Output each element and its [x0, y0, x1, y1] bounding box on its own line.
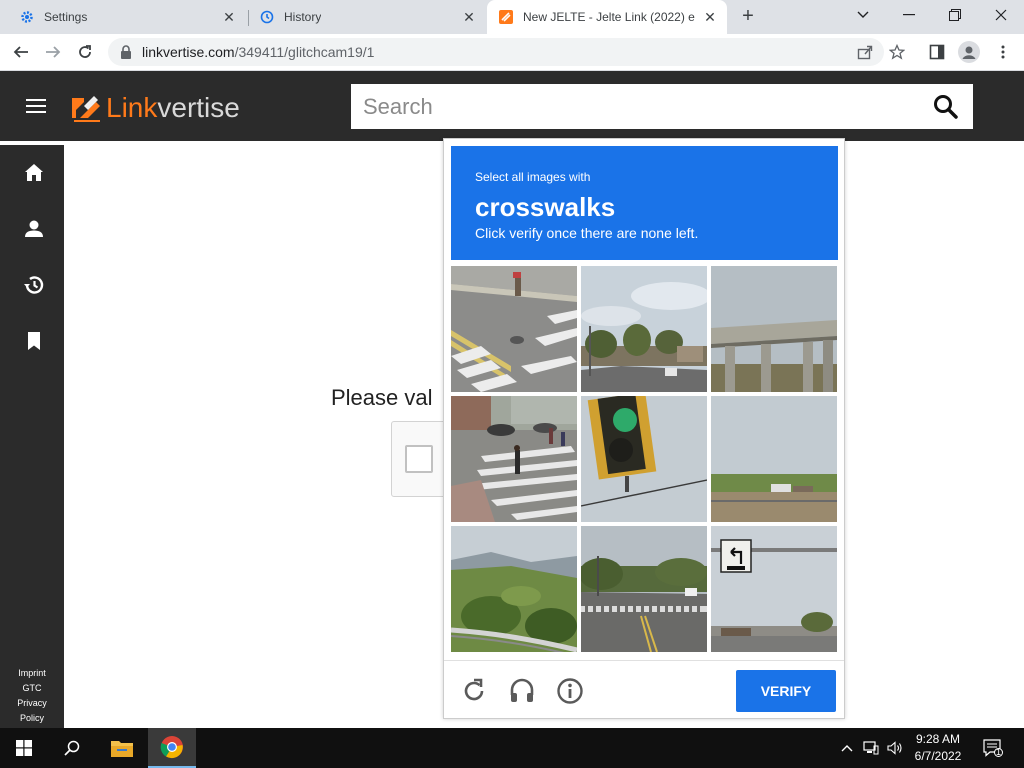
file-explorer-icon[interactable] [98, 728, 146, 768]
reload-challenge-icon[interactable] [460, 677, 488, 705]
restore-button[interactable] [932, 0, 978, 30]
address-bar[interactable]: linkvertise.com/349411/glitchcam19/1 [108, 38, 884, 66]
validate-heading: Please val [331, 385, 433, 410]
notification-count: 1 [996, 747, 1002, 757]
notification-center-icon[interactable]: 1 [978, 728, 1008, 768]
browser-toolbar: linkvertise.com/349411/glitchcam19/1 [0, 34, 1024, 71]
gtc-link[interactable]: GTC [0, 681, 64, 696]
gear-icon [20, 10, 34, 24]
challenge-keyword: crosswalks [475, 192, 616, 222]
verify-button[interactable]: VERIFY [736, 670, 836, 712]
close-tab-icon[interactable]: ✕ [703, 10, 717, 24]
close-tab-icon[interactable]: ✕ [222, 10, 236, 24]
system-clock[interactable]: 9:28 AM 6/7/2022 [906, 731, 970, 765]
challenge-tile-3[interactable] [711, 266, 837, 392]
url-host: linkvertise.com [142, 44, 235, 60]
search-input[interactable] [363, 93, 923, 120]
minimize-button[interactable] [886, 0, 932, 30]
lock-icon [121, 45, 131, 59]
tab-label: New JELTE - Jelte Link (2022) exc [523, 10, 695, 24]
tab-history[interactable]: History ✕ [240, 0, 486, 34]
challenge-tile-7[interactable] [451, 526, 577, 652]
browser-menu-icon[interactable] [990, 39, 1016, 65]
profile-avatar[interactable] [956, 39, 982, 65]
logo-text-vertise: vertise [157, 92, 240, 123]
challenge-header: Select all images with crosswalks Click … [451, 146, 838, 260]
challenge-tile-9[interactable] [711, 526, 837, 652]
browser-tab-strip: Settings ✕ History ✕ New JELTE - Jelte L… [0, 0, 1024, 34]
windows-start-icon[interactable] [0, 728, 48, 768]
chrome-taskbar-icon[interactable] [148, 728, 196, 768]
clock-time: 9:28 AM [915, 732, 961, 746]
challenge-hint: Click verify once there are none left. [475, 225, 699, 241]
site-header: Link vertise [0, 71, 1024, 141]
challenge-footer: VERIFY [444, 660, 844, 719]
forward-button[interactable] [40, 39, 66, 65]
home-icon[interactable] [22, 161, 46, 185]
site-sidebar: Imprint GTC Privacy Policy [0, 145, 64, 728]
bookmark-icon[interactable] [22, 329, 46, 353]
captcha-widget [391, 421, 451, 497]
sidebar-footer-links: Imprint GTC Privacy Policy [0, 666, 64, 726]
close-tab-icon[interactable]: ✕ [462, 10, 476, 24]
taskbar-search-icon[interactable] [48, 728, 96, 768]
challenge-instruction: Select all images with [475, 170, 591, 184]
imprint-link[interactable]: Imprint [0, 666, 64, 681]
tab-settings[interactable]: Settings ✕ [0, 0, 246, 34]
search-icon[interactable] [933, 94, 959, 120]
tab-search-icon[interactable] [840, 0, 886, 30]
challenge-tile-8[interactable] [581, 526, 707, 652]
challenge-tile-2[interactable] [581, 266, 707, 392]
close-window-button[interactable] [978, 0, 1024, 30]
info-icon[interactable] [556, 677, 584, 705]
side-panel-icon[interactable] [924, 39, 950, 65]
privacy-policy-link-line2[interactable]: Policy [0, 711, 64, 726]
linkvertise-logo[interactable]: Link vertise [70, 91, 240, 125]
network-icon[interactable] [860, 728, 882, 768]
new-tab-button[interactable]: + [738, 6, 758, 27]
captcha-checkbox[interactable] [405, 445, 433, 473]
reload-button[interactable] [72, 39, 98, 65]
challenge-tile-6[interactable] [711, 396, 837, 522]
logo-text-link: Link [106, 92, 158, 123]
site-search-bar [351, 84, 973, 129]
challenge-tile-4[interactable] [451, 396, 577, 522]
logo-mark-icon [72, 96, 100, 122]
url-text: linkvertise.com/349411/glitchcam19/1 [142, 44, 374, 60]
volume-icon[interactable] [884, 728, 906, 768]
tab-label: Settings [44, 10, 88, 24]
url-path: /349411/glitchcam19/1 [234, 44, 375, 60]
tab-label: History [284, 10, 322, 24]
challenge-tile-5[interactable] [581, 396, 707, 522]
history-icon[interactable] [22, 273, 46, 297]
user-icon[interactable] [22, 217, 46, 241]
linkvertise-favicon [499, 10, 513, 24]
tray-chevron-icon[interactable] [838, 728, 856, 768]
challenge-tile-1[interactable] [451, 266, 577, 392]
challenge-image-grid [451, 266, 838, 653]
privacy-policy-link[interactable]: Privacy [0, 696, 64, 711]
clock-date: 6/7/2022 [914, 749, 962, 763]
back-button[interactable] [8, 39, 34, 65]
hamburger-menu-icon[interactable] [26, 99, 46, 113]
share-icon[interactable] [852, 39, 878, 65]
history-icon [260, 10, 274, 24]
bookmark-star-icon[interactable] [884, 39, 910, 65]
audio-challenge-icon[interactable] [508, 677, 536, 705]
windows-taskbar: 9:28 AM 6/7/2022 1 [0, 728, 1024, 768]
tab-linkvertise[interactable]: New JELTE - Jelte Link (2022) exc ✕ [487, 0, 727, 34]
captcha-challenge-dialog: Select all images with crosswalks Click … [443, 138, 845, 719]
